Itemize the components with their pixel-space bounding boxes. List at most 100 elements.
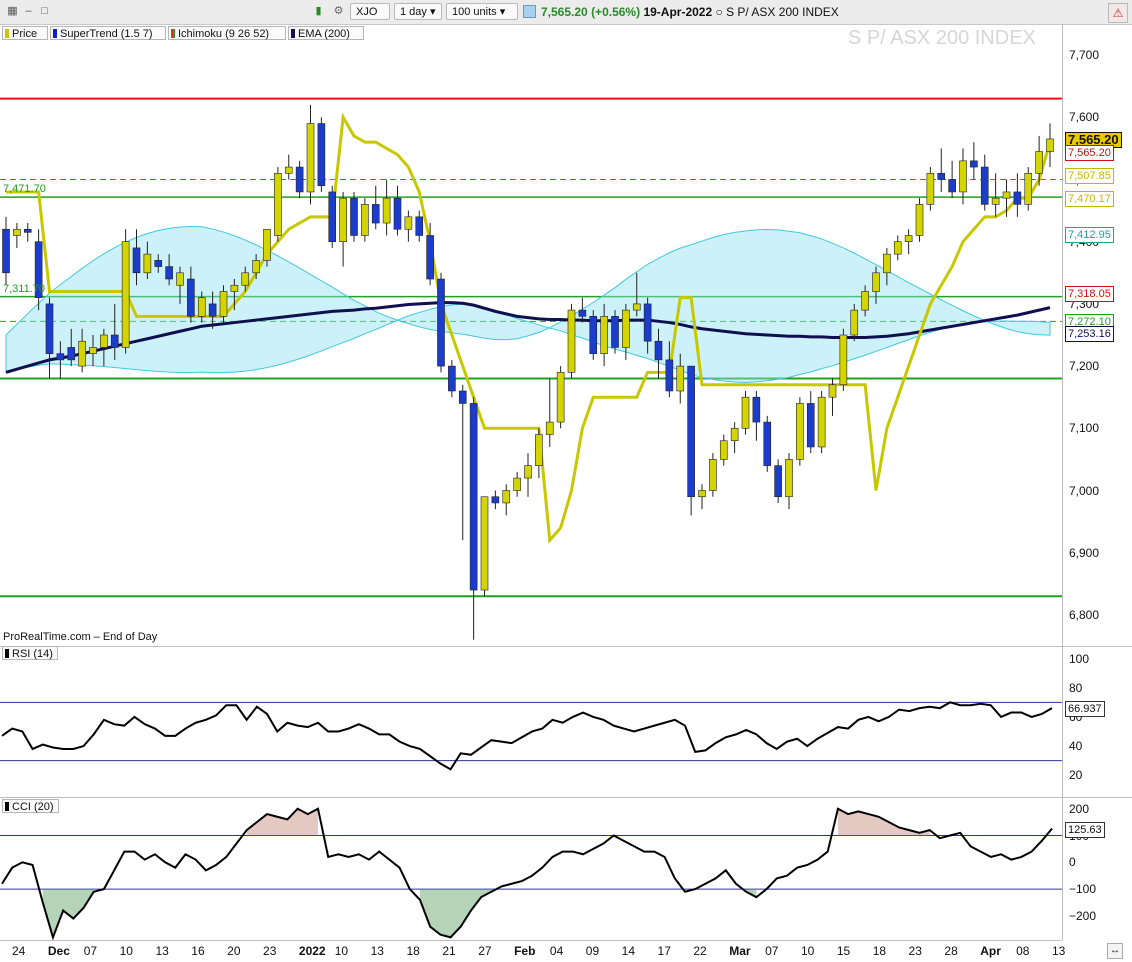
candle-body bbox=[774, 465, 782, 498]
candle-body bbox=[165, 266, 173, 280]
units-label: 100 units bbox=[452, 6, 497, 18]
candle-body bbox=[741, 396, 750, 429]
candle-body bbox=[143, 253, 152, 274]
candle-body bbox=[426, 235, 434, 280]
candle-body bbox=[556, 372, 565, 423]
candle bbox=[589, 310, 598, 360]
candle bbox=[382, 179, 391, 236]
candle bbox=[458, 384, 467, 541]
units-select[interactable]: 100 units ▾ bbox=[446, 3, 518, 20]
candle bbox=[959, 148, 967, 205]
candle-body bbox=[600, 316, 608, 354]
date-tick: 07 bbox=[83, 944, 98, 958]
cci-chart[interactable] bbox=[0, 798, 1062, 940]
date-tick: 09 bbox=[585, 944, 600, 958]
price-tag: 7,470.17 bbox=[1065, 191, 1114, 208]
candle bbox=[556, 366, 565, 429]
price-axis: 7,7007,6007,5007,4007,3007,2007,1007,000… bbox=[1062, 24, 1132, 646]
axis-tick: −100 bbox=[1069, 882, 1097, 897]
candle-body bbox=[806, 403, 815, 448]
date-tick: 23 bbox=[908, 944, 922, 958]
candle-body bbox=[45, 303, 54, 354]
quote-readout: 7,565.20 (+0.56%) 19-Apr-2022 ○ S P/ ASX… bbox=[541, 5, 839, 19]
date-tick: 10 bbox=[119, 944, 133, 958]
candle-body bbox=[361, 204, 369, 236]
candle-body bbox=[676, 365, 685, 392]
candle bbox=[13, 223, 21, 248]
instrument-icon[interactable]: ⚙ bbox=[332, 5, 345, 18]
candle-body bbox=[980, 166, 989, 205]
date-tick: 20 bbox=[227, 944, 241, 958]
candle-body bbox=[904, 235, 913, 242]
candle-body bbox=[611, 316, 619, 348]
price-chart[interactable] bbox=[0, 24, 1062, 646]
credit: ProRealTime.com – End of Day bbox=[3, 631, 158, 643]
candle bbox=[937, 148, 946, 192]
symbol-select[interactable]: XJO ▾ bbox=[350, 3, 390, 35]
candle-body bbox=[883, 253, 891, 274]
candle bbox=[806, 390, 815, 454]
candle bbox=[524, 453, 532, 497]
minimize-icon[interactable]: – bbox=[22, 5, 35, 18]
candle bbox=[948, 160, 956, 199]
candle bbox=[709, 453, 717, 497]
candle bbox=[915, 198, 924, 242]
candle-body bbox=[263, 228, 271, 261]
candle-body bbox=[687, 365, 695, 498]
alert-icon[interactable]: ⚠ bbox=[1108, 3, 1128, 23]
candle-body bbox=[545, 421, 554, 435]
candle bbox=[306, 104, 315, 205]
date-tick: 04 bbox=[549, 944, 564, 958]
date-tick: 10 bbox=[800, 944, 815, 958]
candle bbox=[274, 167, 282, 242]
candle bbox=[719, 434, 728, 466]
candle bbox=[785, 453, 793, 510]
candle-body bbox=[187, 278, 195, 317]
candle-body bbox=[415, 216, 424, 236]
candle-body bbox=[121, 241, 130, 348]
date-tick: 16 bbox=[191, 944, 205, 958]
last-price: 7,565.20 bbox=[541, 5, 588, 19]
candle-body bbox=[763, 421, 772, 466]
date-tick: Apr bbox=[980, 944, 1001, 958]
candle-body bbox=[1024, 172, 1033, 205]
candle-body bbox=[274, 172, 282, 236]
candle bbox=[980, 154, 989, 211]
candle-body bbox=[437, 278, 445, 367]
axis-tick: 80 bbox=[1069, 680, 1083, 695]
candle bbox=[545, 378, 554, 447]
candle bbox=[1024, 167, 1033, 211]
candle-body bbox=[491, 496, 500, 504]
candle-body bbox=[241, 272, 250, 286]
price-tick: 7,700 bbox=[1069, 48, 1100, 63]
candle bbox=[774, 459, 782, 503]
rsi-chart[interactable] bbox=[0, 647, 1062, 797]
date-tick: Mar bbox=[729, 944, 751, 958]
axis-tick: 100 bbox=[1069, 651, 1090, 666]
date-tick: Feb bbox=[514, 944, 536, 958]
indicator-line bbox=[1, 701, 1053, 771]
candle-body bbox=[23, 228, 32, 233]
candle-body bbox=[926, 172, 935, 205]
grid-icon[interactable]: ▦ bbox=[6, 5, 19, 18]
candle bbox=[698, 484, 706, 510]
candle-body bbox=[252, 260, 260, 274]
candle-body bbox=[317, 123, 326, 187]
price-tick: 7,200 bbox=[1069, 359, 1100, 374]
axis-tick: 200 bbox=[1069, 801, 1090, 816]
candlestick-icon[interactable]: ▮ bbox=[312, 5, 325, 18]
axis-tick: 40 bbox=[1069, 739, 1083, 754]
candle-body bbox=[730, 427, 739, 442]
candle-body bbox=[589, 316, 598, 354]
price-tick: 6,900 bbox=[1069, 545, 1100, 560]
window-icon[interactable]: □ bbox=[38, 5, 51, 18]
candle bbox=[763, 415, 772, 472]
price-tick: 7,100 bbox=[1069, 421, 1100, 436]
interval-select[interactable]: 1 day ▾ bbox=[394, 3, 442, 20]
scroll-icon[interactable]: ↔ bbox=[1107, 943, 1123, 959]
candle-body bbox=[132, 247, 141, 274]
cci-axis: 2001000−100−200125.63 bbox=[1062, 798, 1132, 940]
candle bbox=[817, 390, 826, 454]
candle bbox=[752, 390, 761, 441]
candle-body bbox=[719, 440, 728, 460]
